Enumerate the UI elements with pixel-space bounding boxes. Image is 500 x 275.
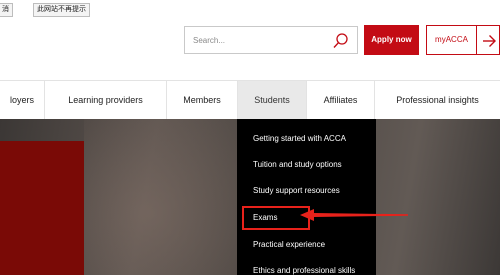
menu-item-tuition[interactable]: Tuition and study options bbox=[253, 160, 342, 169]
dont-show-again-button[interactable]: 此网站不再提示 bbox=[33, 3, 90, 17]
nav-item-students[interactable]: Students bbox=[237, 81, 306, 119]
browser-notice-bar: 消 此网站不再提示 bbox=[0, 0, 500, 22]
students-dropdown-menu: Getting started with ACCA Tuition and st… bbox=[237, 119, 376, 275]
nav-item-employers[interactable]: loyers bbox=[0, 81, 44, 119]
menu-item-getting-started[interactable]: Getting started with ACCA bbox=[253, 134, 346, 143]
search-input[interactable]: Search... bbox=[193, 36, 225, 45]
apply-now-button[interactable]: Apply now bbox=[364, 25, 419, 55]
search-icon[interactable] bbox=[333, 33, 348, 49]
arrow-right-icon bbox=[483, 35, 496, 47]
menu-item-ethics[interactable]: Ethics and professional skills bbox=[253, 266, 355, 275]
myacca-arrow-button[interactable] bbox=[476, 25, 500, 55]
notice-left-button[interactable]: 消 bbox=[0, 3, 13, 17]
nav-item-affiliates[interactable]: Affiliates bbox=[306, 81, 374, 119]
main-nav: loyers Learning providers Members Studen… bbox=[0, 80, 500, 120]
menu-item-practical-experience[interactable]: Practical experience bbox=[253, 240, 325, 249]
nav-item-learning-providers[interactable]: Learning providers bbox=[44, 81, 166, 119]
search-box[interactable]: Search... bbox=[184, 26, 358, 54]
hero-background bbox=[84, 119, 244, 275]
myacca-button[interactable]: myACCA bbox=[426, 25, 476, 55]
hero-red-panel bbox=[0, 141, 84, 275]
nav-item-members[interactable]: Members bbox=[166, 81, 237, 119]
nav-item-professional-insights[interactable]: Professional insights bbox=[374, 81, 500, 119]
annotation-arrow-icon bbox=[300, 209, 408, 221]
menu-item-study-support[interactable]: Study support resources bbox=[253, 186, 340, 195]
